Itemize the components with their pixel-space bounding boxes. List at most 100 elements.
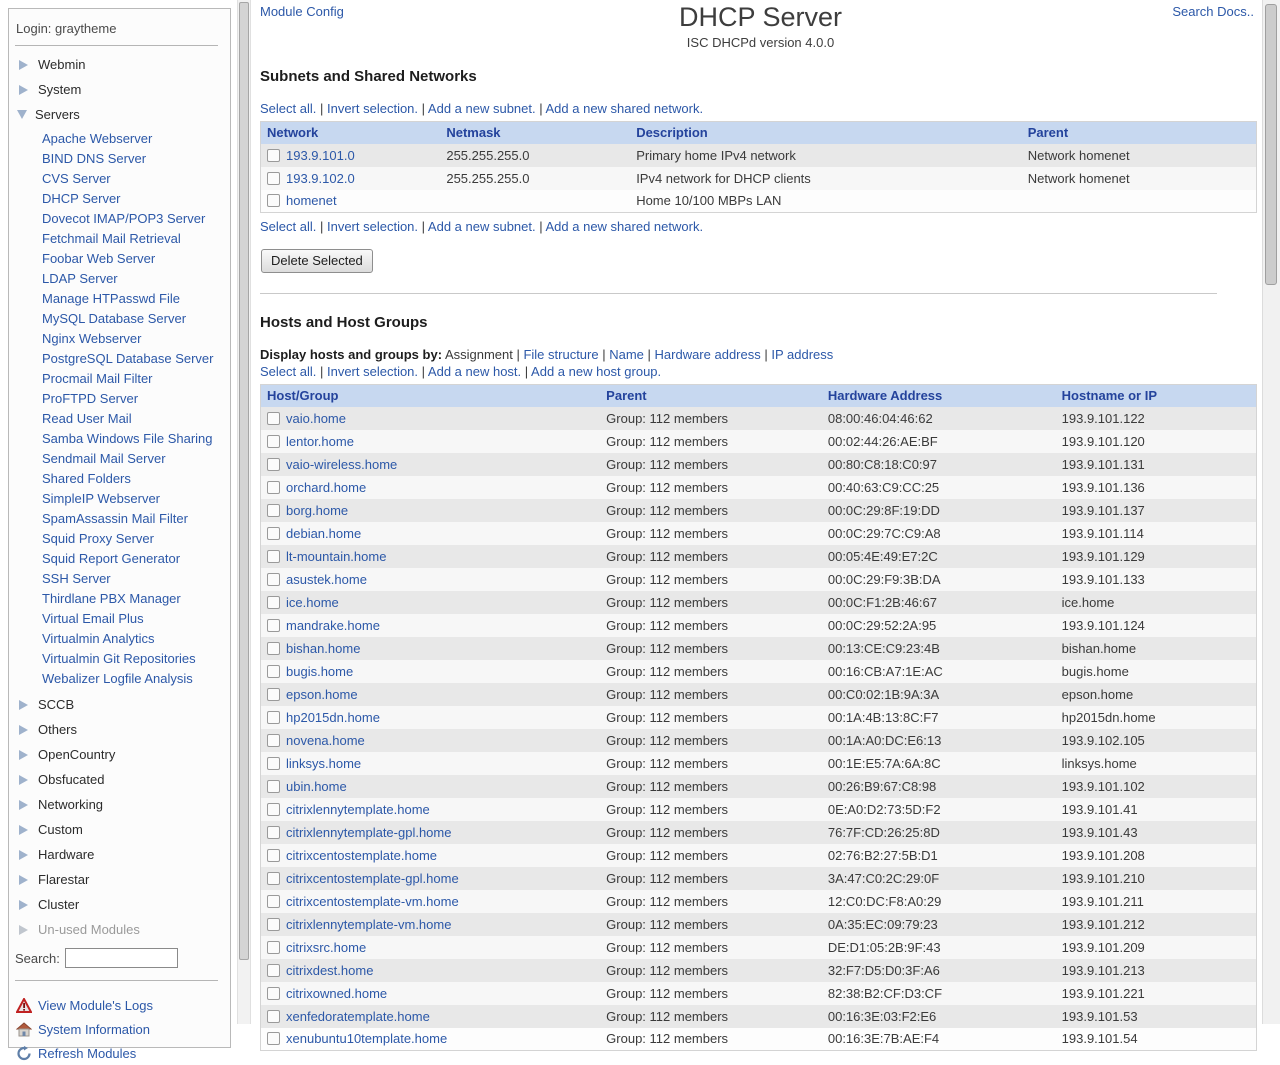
row-checkbox[interactable] (267, 149, 280, 162)
subnet-link[interactable]: 193.9.102.0 (286, 171, 355, 186)
row-checkbox[interactable] (267, 780, 280, 793)
host-link[interactable]: vaio.home (286, 411, 346, 426)
row-checkbox[interactable] (267, 527, 280, 540)
display-by-link[interactable]: File structure (513, 347, 599, 362)
host-link[interactable]: novena.home (286, 733, 365, 748)
host-link[interactable]: lt-mountain.home (286, 549, 386, 564)
row-checkbox[interactable] (267, 665, 280, 678)
delete-selected-button[interactable]: Delete Selected (261, 249, 373, 273)
row-checkbox[interactable] (267, 987, 280, 1000)
row-checkbox[interactable] (267, 941, 280, 954)
sidebar-module-link[interactable]: Dovecot IMAP/POP3 Server (9, 209, 230, 229)
display-by-link[interactable]: Name (599, 347, 644, 362)
sidebar-category[interactable]: Hardware (9, 842, 230, 867)
sidebar-scrollbar-thumb[interactable] (239, 2, 249, 960)
row-checkbox[interactable] (267, 918, 280, 931)
row-checkbox[interactable] (267, 172, 280, 185)
row-checkbox[interactable] (267, 688, 280, 701)
sidebar-category[interactable]: Others (9, 717, 230, 742)
sidebar-module-link[interactable]: Virtual Email Plus (9, 609, 230, 629)
host-link[interactable]: orchard.home (286, 480, 366, 495)
action-link[interactable]: Select all. (260, 364, 327, 379)
row-checkbox[interactable] (267, 642, 280, 655)
search-input[interactable] (65, 948, 178, 968)
sidebar-category[interactable]: Custom (9, 817, 230, 842)
row-checkbox[interactable] (267, 757, 280, 770)
sidebar-category[interactable]: Flarestar (9, 867, 230, 892)
sidebar-module-link[interactable]: Nginx Webserver (9, 329, 230, 349)
host-link[interactable]: citrixowned.home (286, 986, 387, 1001)
row-checkbox[interactable] (267, 481, 280, 494)
sidebar-module-link[interactable]: Manage HTPasswd File (9, 289, 230, 309)
host-link[interactable]: bishan.home (286, 641, 360, 656)
host-link[interactable]: lentor.home (286, 434, 354, 449)
subnet-link[interactable]: homenet (286, 193, 337, 208)
sidebar-module-link[interactable]: SimpleIP Webserver (9, 489, 230, 509)
row-checkbox[interactable] (267, 895, 280, 908)
action-link[interactable]: Add a new host. (428, 364, 531, 379)
host-link[interactable]: citrixsrc.home (286, 940, 366, 955)
sidebar-category[interactable]: Obsfucated (9, 767, 230, 792)
sidebar-category[interactable]: OpenCountry (9, 742, 230, 767)
row-checkbox[interactable] (267, 412, 280, 425)
sidebar-category[interactable]: Networking (9, 792, 230, 817)
action-link[interactable]: Invert selection. (327, 101, 428, 116)
display-by-link[interactable]: Hardware address (644, 347, 761, 362)
host-link[interactable]: asustek.home (286, 572, 367, 587)
sidebar-module-link[interactable]: Squid Report Generator (9, 549, 230, 569)
sidebar-category[interactable]: SCCB (9, 692, 230, 717)
refresh-modules-link[interactable]: Refresh Modules (38, 1046, 136, 1061)
sidebar-module-link[interactable]: SpamAssassin Mail Filter (9, 509, 230, 529)
host-link[interactable]: citrixdest.home (286, 963, 373, 978)
sidebar-module-link[interactable]: CVS Server (9, 169, 230, 189)
host-link[interactable]: linksys.home (286, 756, 361, 771)
sidebar-category[interactable]: Cluster (9, 892, 230, 917)
sidebar-module-link[interactable]: Squid Proxy Server (9, 529, 230, 549)
action-link[interactable]: Add a new shared network. (546, 219, 704, 234)
sidebar-module-link[interactable]: Read User Mail (9, 409, 230, 429)
row-checkbox[interactable] (267, 849, 280, 862)
page-scrollbar[interactable] (1262, 0, 1280, 1024)
host-link[interactable]: xenfedoratemplate.home (286, 1009, 430, 1024)
search-docs-link[interactable]: Search Docs.. (1172, 4, 1254, 19)
action-link[interactable]: Select all. (260, 219, 327, 234)
sidebar-module-link[interactable]: Thirdlane PBX Manager (9, 589, 230, 609)
host-link[interactable]: debian.home (286, 526, 361, 541)
row-checkbox[interactable] (267, 734, 280, 747)
row-checkbox[interactable] (267, 596, 280, 609)
sidebar-module-link[interactable]: ProFTPD Server (9, 389, 230, 409)
host-link[interactable]: citrixcentostemplate-vm.home (286, 894, 459, 909)
host-link[interactable]: citrixlennytemplate.home (286, 802, 430, 817)
host-link[interactable]: ice.home (286, 595, 339, 610)
sidebar-category-servers[interactable]: Servers (9, 102, 230, 127)
row-checkbox[interactable] (267, 458, 280, 471)
row-checkbox[interactable] (267, 550, 280, 563)
sidebar-module-link[interactable]: MySQL Database Server (9, 309, 230, 329)
sidebar-module-link[interactable]: Fetchmail Mail Retrieval (9, 229, 230, 249)
host-link[interactable]: borg.home (286, 503, 348, 518)
sidebar-category-unused[interactable]: Un-used Modules (9, 917, 230, 942)
row-checkbox[interactable] (267, 711, 280, 724)
display-by-link[interactable]: IP address (761, 347, 834, 362)
action-link[interactable]: Invert selection. (327, 219, 428, 234)
sidebar-module-link[interactable]: Procmail Mail Filter (9, 369, 230, 389)
row-checkbox[interactable] (267, 1032, 280, 1045)
action-link[interactable]: Add a new host group. (531, 364, 661, 379)
host-link[interactable]: citrixcentostemplate-gpl.home (286, 871, 459, 886)
sidebar-module-link[interactable]: Shared Folders (9, 469, 230, 489)
host-link[interactable]: citrixlennytemplate-vm.home (286, 917, 451, 932)
sidebar-module-link[interactable]: Virtualmin Git Repositories (9, 649, 230, 669)
row-checkbox[interactable] (267, 504, 280, 517)
host-link[interactable]: ubin.home (286, 779, 347, 794)
action-link[interactable]: Add a new subnet. (428, 219, 546, 234)
host-link[interactable]: hp2015dn.home (286, 710, 380, 725)
sidebar-module-link[interactable]: Sendmail Mail Server (9, 449, 230, 469)
sidebar-module-link[interactable]: BIND DNS Server (9, 149, 230, 169)
row-checkbox[interactable] (267, 573, 280, 586)
action-link[interactable]: Add a new subnet. (428, 101, 546, 116)
subnet-link[interactable]: 193.9.101.0 (286, 148, 355, 163)
sidebar-module-link[interactable]: Samba Windows File Sharing (9, 429, 230, 449)
sidebar-module-link[interactable]: Virtualmin Analytics (9, 629, 230, 649)
row-checkbox[interactable] (267, 872, 280, 885)
action-link[interactable]: Add a new shared network. (546, 101, 704, 116)
